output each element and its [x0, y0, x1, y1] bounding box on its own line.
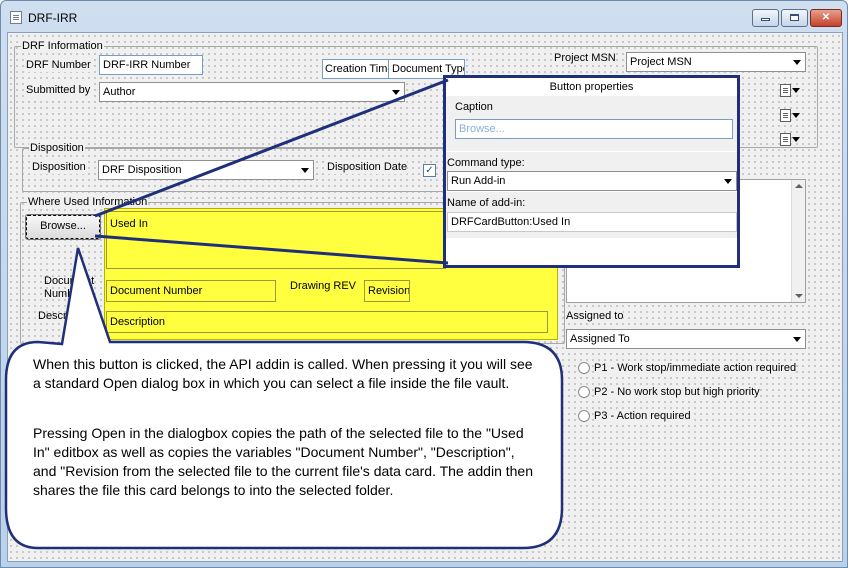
- assigned-to-dropdown[interactable]: Assigned To: [566, 329, 806, 349]
- priority-p3-radio[interactable]: [578, 410, 590, 422]
- date-picker-button-3[interactable]: [778, 131, 802, 149]
- scroll-up-icon: [795, 184, 803, 188]
- title-bar: DRF-IRR ✕: [1, 1, 847, 33]
- submitted-by-value: Author: [103, 86, 136, 98]
- submitted-by-label: Submitted by: [26, 83, 91, 97]
- dropdown-arrow-icon: [392, 90, 400, 95]
- priority-p3-label: P3 - Action required: [594, 409, 691, 423]
- disposition-title: Disposition: [29, 141, 85, 155]
- close-button[interactable]: ✕: [810, 9, 842, 27]
- caption-label: Caption: [455, 101, 493, 113]
- dropdown-arrow-icon: [792, 113, 800, 118]
- minimize-icon: [761, 18, 770, 21]
- project-msn-value: Project MSN: [630, 56, 692, 68]
- dropdown-arrow-icon: [793, 60, 801, 65]
- drawing-rev-label: Drawing REV: [290, 280, 357, 292]
- date-picker-button-2[interactable]: [778, 107, 802, 125]
- close-icon: ✕: [821, 12, 831, 23]
- creation-time-field[interactable]: Creation Time: [322, 59, 389, 79]
- dropdown-arrow-icon: [301, 168, 309, 173]
- disposition-label: Disposition: [32, 160, 86, 174]
- priority-p2-label: P2 - No work stop but high priority: [594, 385, 760, 399]
- maximize-button[interactable]: [781, 9, 808, 27]
- dropdown-arrow-icon: [792, 88, 800, 93]
- drf-number-label: DRF Number: [26, 58, 91, 72]
- dropdown-arrow-icon: [792, 137, 800, 142]
- minimize-button[interactable]: [752, 9, 779, 27]
- disposition-dropdown[interactable]: DRF Disposition: [98, 160, 314, 180]
- document-number-field[interactable]: Document Number: [106, 280, 276, 302]
- project-msn-dropdown[interactable]: Project MSN: [626, 52, 806, 72]
- scroll-down-icon: [795, 294, 803, 298]
- callout-paragraph-2: Pressing Open in the dialogbox copies th…: [33, 425, 534, 498]
- dropdown-arrow-icon: [793, 337, 801, 342]
- disposition-date-label: Disposition Date: [327, 160, 408, 174]
- document-icon: [780, 133, 791, 146]
- description-label: Description: [38, 310, 94, 322]
- button-properties-panel: Button properties Caption Browse... Comm…: [443, 75, 740, 268]
- submitted-by-dropdown[interactable]: Author: [99, 82, 405, 102]
- priority-p2-radio[interactable]: [578, 386, 590, 398]
- button-properties-title: Button properties: [549, 81, 634, 93]
- used-in-field[interactable]: Used In: [106, 211, 446, 269]
- dropdown-arrow-icon: [724, 179, 732, 184]
- date-picker-button-1[interactable]: [778, 82, 802, 100]
- drf-number-field[interactable]: DRF-IRR Number: [99, 55, 203, 75]
- command-type-label: Command type:: [447, 157, 525, 169]
- document-icon: [780, 84, 791, 97]
- priority-p1-radio[interactable]: [578, 362, 590, 374]
- window-title: DRF-IRR: [28, 11, 78, 25]
- maximize-icon: [790, 14, 799, 21]
- assigned-to-label: Assigned to: [566, 309, 624, 323]
- command-type-dropdown[interactable]: Run Add-in: [447, 171, 737, 191]
- priority-p1-label: P1 - Work stop/immediate action required: [594, 361, 797, 375]
- browse-button[interactable]: Browse...: [25, 214, 101, 240]
- description-field[interactable]: Description: [106, 311, 548, 333]
- document-icon: [780, 109, 791, 122]
- drf-information-title: DRF Information: [21, 39, 104, 53]
- disposition-date-checkbox[interactable]: ✓: [423, 164, 436, 177]
- project-msn-label: Project MSN: [554, 51, 616, 65]
- command-type-value: Run Add-in: [451, 175, 506, 187]
- app-icon: [10, 11, 22, 24]
- disposition-value: DRF Disposition: [102, 164, 182, 176]
- document-number-label-2: Number: [44, 288, 84, 300]
- assigned-to-value: Assigned To: [570, 333, 630, 345]
- document-number-label-1: Document: [44, 275, 95, 287]
- where-used-title: Where Used Information: [27, 195, 149, 209]
- addin-name-label: Name of add-in:: [447, 197, 526, 209]
- addin-name-field[interactable]: DRFCardButton:Used In: [447, 212, 737, 232]
- revision-field[interactable]: Revision: [364, 280, 410, 302]
- callout-paragraph-1: When this button is clicked, the API add…: [33, 356, 533, 391]
- comments-scrollbar[interactable]: [791, 180, 805, 302]
- caption-field[interactable]: Browse...: [455, 119, 733, 139]
